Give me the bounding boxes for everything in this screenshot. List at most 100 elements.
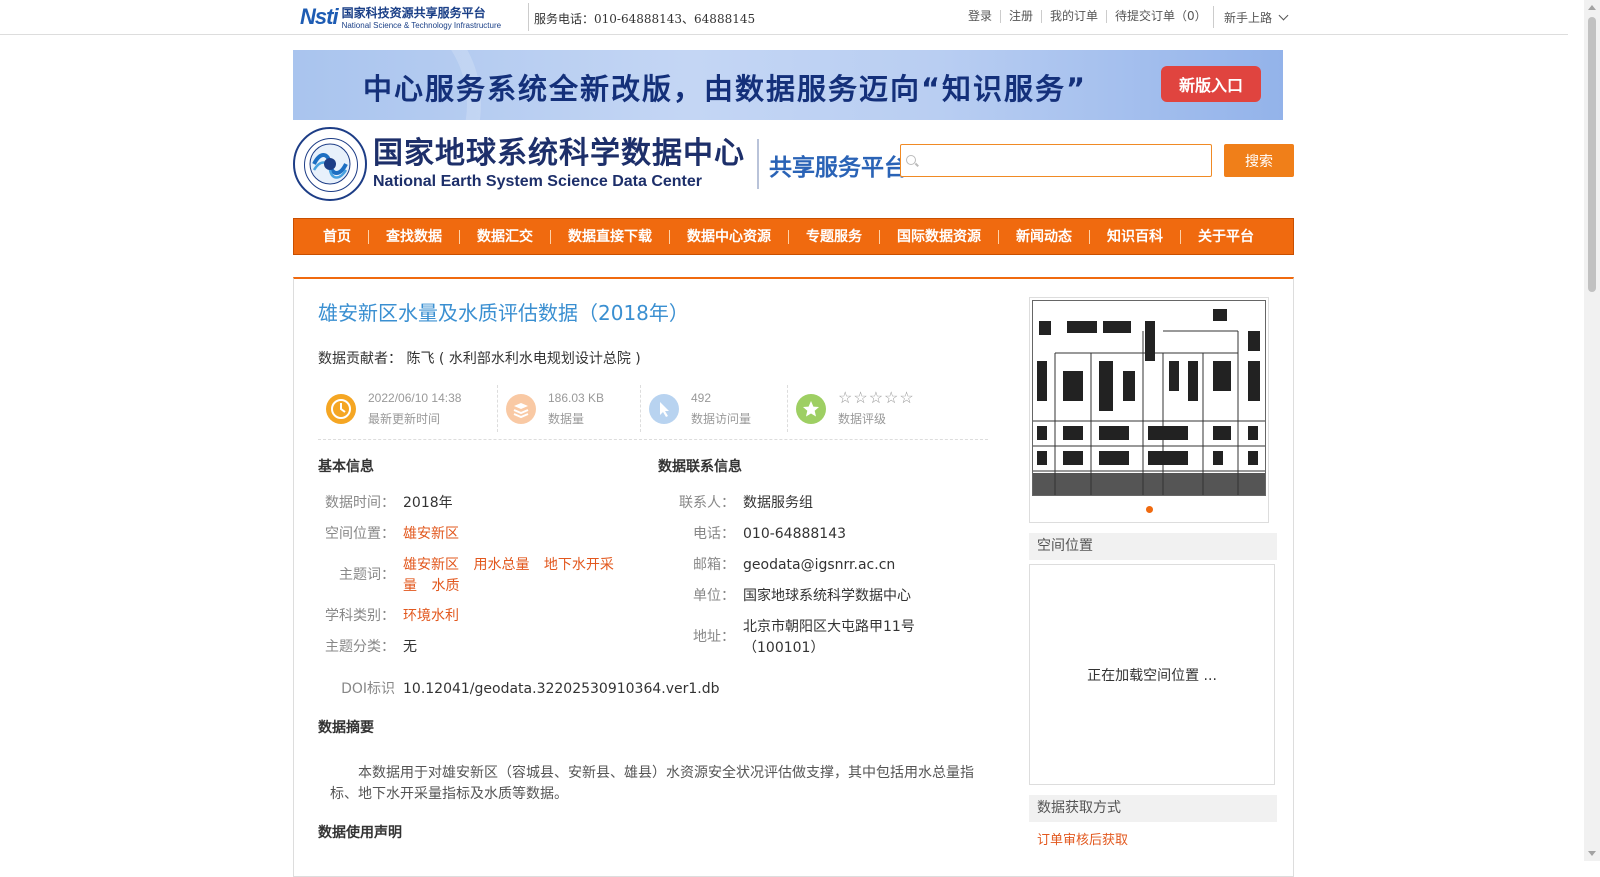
field-label: 邮箱： [693, 557, 735, 573]
stat-label: 最新更新时间 [368, 411, 441, 426]
keyword-link[interactable]: 雄安新区 [403, 557, 459, 573]
layers-icon [506, 393, 536, 424]
field-label: 数据时间： [325, 495, 395, 511]
doi-value[interactable]: 10.12041/geodata.32202530910364.ver1.db [403, 679, 720, 700]
stat-value: 2022/06/10 14:38 [368, 390, 462, 405]
field-label: 主题分类： [325, 639, 395, 655]
unit-row: 单位： 国家地球系统科学数据中心 [658, 586, 911, 607]
category-value: 无 [403, 639, 417, 655]
doi-row: DOI标识 10.12041/geodata.32202530910364.ve… [318, 679, 720, 700]
top-bar: Nsti 国家科技资源共享服务平台 National Science & Tec… [0, 0, 1568, 35]
scroll-thumb[interactable] [1588, 17, 1596, 292]
keywords-list: 雄安新区 用水总量 地下水开采量 水质 [403, 555, 618, 597]
nav-data-submission[interactable]: 数据汇交 [459, 229, 550, 244]
field-label: 学科类别： [325, 608, 395, 624]
topbar-divider [528, 3, 529, 31]
nsti-logo-mark: Nsti [300, 4, 339, 29]
stat-data-size: 186.03 KB 数据量 [498, 385, 641, 432]
data-time-row: 数据时间： 2018年 [318, 493, 453, 514]
field-label: 单位： [693, 588, 735, 604]
map-loading-text: 正在加载空间位置 ... [1087, 667, 1217, 684]
star-badge-icon [796, 393, 826, 424]
register-link[interactable]: 注册 [1000, 10, 1041, 23]
data-access-heading: 数据获取方式 [1029, 795, 1277, 822]
data-preview-carousel[interactable] [1029, 297, 1269, 523]
subject-row: 学科类别： 环境水利 [318, 606, 459, 627]
location-link[interactable]: 雄安新区 [403, 524, 459, 545]
nav-about[interactable]: 关于平台 [1180, 229, 1271, 244]
main-nav: 首页 查找数据 数据汇交 数据直接下载 数据中心资源 专题服务 国际数据资源 新… [293, 218, 1294, 255]
subject-link[interactable]: 环境水利 [403, 606, 459, 627]
nav-direct-download[interactable]: 数据直接下载 [550, 229, 669, 244]
stat-label: 数据访问量 [691, 411, 752, 426]
nsti-logo-en: National Science & Technology Infrastruc… [341, 21, 502, 30]
page-scrollbar[interactable] [1584, 0, 1600, 861]
nsti-logo-cn: 国家科技资源共享服务平台 [341, 6, 486, 20]
nav-news[interactable]: 新闻动态 [998, 229, 1089, 244]
keyword-link[interactable]: 用水总量 [473, 557, 529, 573]
nav-find-data[interactable]: 查找数据 [368, 229, 459, 244]
email-value[interactable]: geodata@igsnrr.ac.cn [743, 555, 895, 576]
location-row: 空间位置： 雄安新区 [318, 524, 459, 545]
nsti-logo[interactable]: Nsti 国家科技资源共享服务平台 National Science & Tec… [300, 2, 522, 32]
stat-label: 数据量 [548, 411, 585, 426]
data-center-seal-logo [293, 127, 367, 201]
nav-topic-services[interactable]: 专题服务 [788, 229, 879, 244]
stat-value: 492 [691, 390, 712, 405]
stat-visits: 492 数据访问量 [641, 385, 788, 432]
clock-icon [326, 393, 356, 424]
brand-divider [757, 139, 759, 189]
email-row: 邮箱： geodata@igsnrr.ac.cn [658, 555, 895, 576]
stat-rating: ☆☆☆☆☆ 数据评级 [788, 385, 983, 432]
contributor-line: 数据贡献者： 陈飞 ( 水利部水利水电规划设计总院 ) [318, 348, 641, 368]
top-links: 登录 注册 我的订单 待提交订单（0） [960, 10, 1215, 23]
spatial-position-heading: 空间位置 [1029, 533, 1277, 560]
banner-text: 中心服务系统全新改版，由数据服务迈向“知识服务” [363, 72, 1088, 106]
spatial-map-container[interactable]: 正在加载空间位置 ... [1029, 564, 1275, 785]
usage-heading: 数据使用声明 [318, 825, 402, 841]
pending-orders-link[interactable]: 待提交订单（0） [1106, 10, 1215, 23]
brand-platform: 共享服务平台 [769, 155, 907, 181]
phone-row: 电话： 010-64888143 [658, 524, 846, 545]
newbie-guide-dropdown[interactable]: 新手上路 [1213, 6, 1289, 28]
dataset-title: 雄安新区水量及水质评估数据（2018年） [318, 301, 689, 325]
brand-header[interactable]: 国家地球系统科学数据中心 National Earth System Scien… [293, 127, 907, 201]
newbie-guide-label: 新手上路 [1224, 10, 1273, 25]
search-icon [906, 155, 916, 165]
stat-update-time: 2022/06/10 14:38 最新更新时间 [318, 385, 498, 432]
nav-center-resources[interactable]: 数据中心资源 [669, 229, 788, 244]
data-table-thumbnail[interactable] [1032, 300, 1266, 496]
phone-value: 010-64888143 [743, 526, 847, 542]
stats-bar: 2022/06/10 14:38 最新更新时间 186.03 KB 数据量 49… [318, 385, 988, 440]
scroll-up-arrow-icon[interactable] [1588, 5, 1596, 10]
nav-knowledge[interactable]: 知识百科 [1089, 229, 1180, 244]
abstract-text: 本数据用于对雄安新区（容城县、安新县、雄县）水资源安全状况评估做支撑，其中包括用… [330, 765, 974, 802]
search-input[interactable] [900, 144, 1212, 177]
scroll-down-arrow-icon[interactable] [1588, 851, 1596, 856]
new-version-button[interactable]: 新版入口 [1161, 66, 1261, 102]
order-review-link[interactable]: 订单审核后获取 [1037, 829, 1128, 848]
nav-home[interactable]: 首页 [306, 230, 368, 244]
table-preview-image [1033, 301, 1265, 495]
brand-name-cn: 国家地球系统科学数据中心 [373, 136, 745, 171]
login-link[interactable]: 登录 [960, 10, 1000, 23]
keywords-row: 主题词： 雄安新区 用水总量 地下水开采量 水质 [318, 555, 618, 597]
carousel-dot-active[interactable] [1146, 506, 1153, 513]
field-label: 主题词： [339, 567, 395, 583]
contact-row: 联系人： 数据服务组 [658, 493, 813, 514]
brand-name-en: National Earth System Science Data Cente… [373, 173, 703, 190]
category-row: 主题分类： 无 [318, 637, 417, 658]
stat-label: 数据评级 [838, 411, 887, 426]
rating-stars[interactable]: ☆☆☆☆☆ [838, 388, 915, 409]
nav-international-data[interactable]: 国际数据资源 [879, 229, 998, 244]
address-row: 地址： 北京市朝阳区大屯路甲11号（100101） [658, 617, 933, 659]
field-label: 联系人： [679, 495, 735, 511]
keyword-link[interactable]: 水质 [431, 578, 459, 594]
wave-emblem-icon [309, 143, 351, 185]
contact-info-heading: 数据联系信息 [658, 459, 742, 475]
pointer-icon [649, 393, 679, 424]
field-label: 空间位置： [325, 526, 395, 542]
promo-banner[interactable]: 中心服务系统全新改版，由数据服务迈向“知识服务” 新版入口 [293, 50, 1283, 120]
search-button[interactable]: 搜索 [1224, 144, 1294, 177]
my-orders-link[interactable]: 我的订单 [1041, 10, 1106, 23]
